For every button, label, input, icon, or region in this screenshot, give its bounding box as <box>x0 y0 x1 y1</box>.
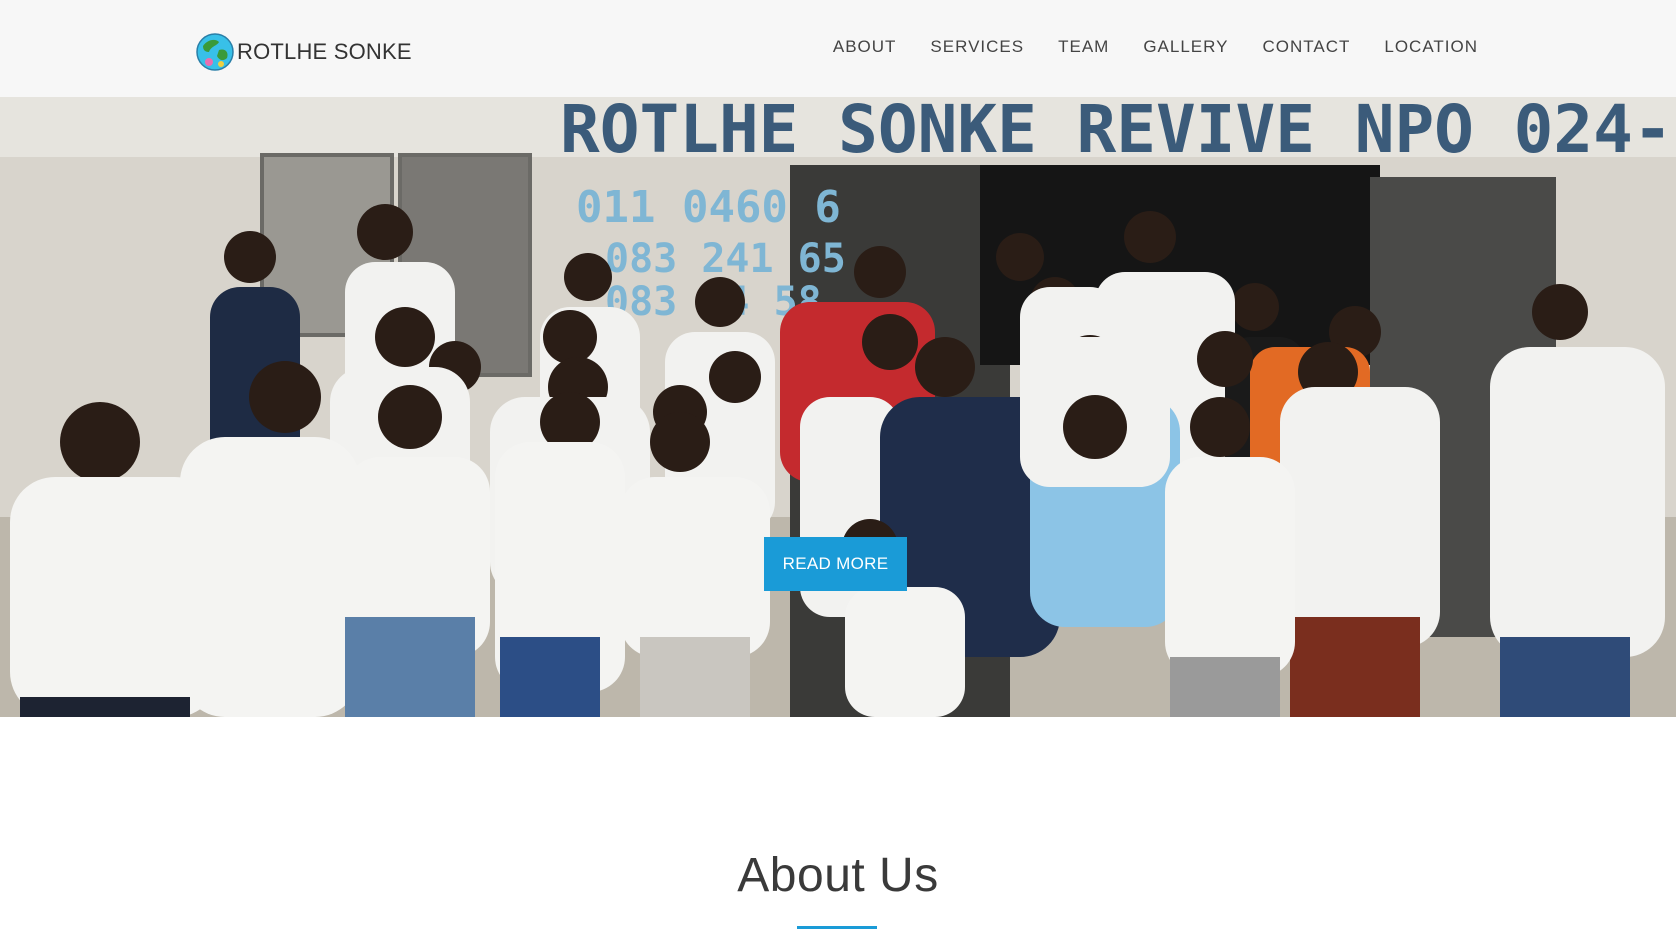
about-section-title: About Us <box>737 849 939 902</box>
read-more-button[interactable]: READ MORE <box>764 537 907 591</box>
nav-item-about[interactable]: ABOUT <box>833 36 897 58</box>
top-navbar: ROTLHE SONKE ABOUT SERVICES TEAM GALLERY… <box>0 0 1676 97</box>
about-title-underline <box>797 926 877 929</box>
nav-item-contact[interactable]: CONTACT <box>1262 36 1350 58</box>
brand-name: ROTLHE SONKE <box>237 39 412 64</box>
wall-sign-text: ROTLHE SONKE REVIVE NPO 024-1 <box>560 97 1676 168</box>
globe-logo-icon <box>196 33 234 71</box>
main-nav: ABOUT SERVICES TEAM GALLERY CONTACT LOCA… <box>799 36 1478 58</box>
nav-item-team[interactable]: TEAM <box>1058 36 1109 58</box>
wall-phone-1: 011 0460 6 <box>576 182 841 233</box>
nav-item-location[interactable]: LOCATION <box>1384 36 1478 58</box>
hero-banner: ROTLHE SONKE REVIVE NPO 024-1 011 0460 6… <box>0 97 1676 717</box>
nav-item-services[interactable]: SERVICES <box>930 36 1024 58</box>
brand-link[interactable]: ROTLHE SONKE <box>195 29 412 75</box>
wall-phone-2: 083 241 65 <box>605 236 846 282</box>
hero-group-photo: ROTLHE SONKE REVIVE NPO 024-1 011 0460 6… <box>0 97 1676 717</box>
nav-item-gallery[interactable]: GALLERY <box>1143 36 1228 58</box>
